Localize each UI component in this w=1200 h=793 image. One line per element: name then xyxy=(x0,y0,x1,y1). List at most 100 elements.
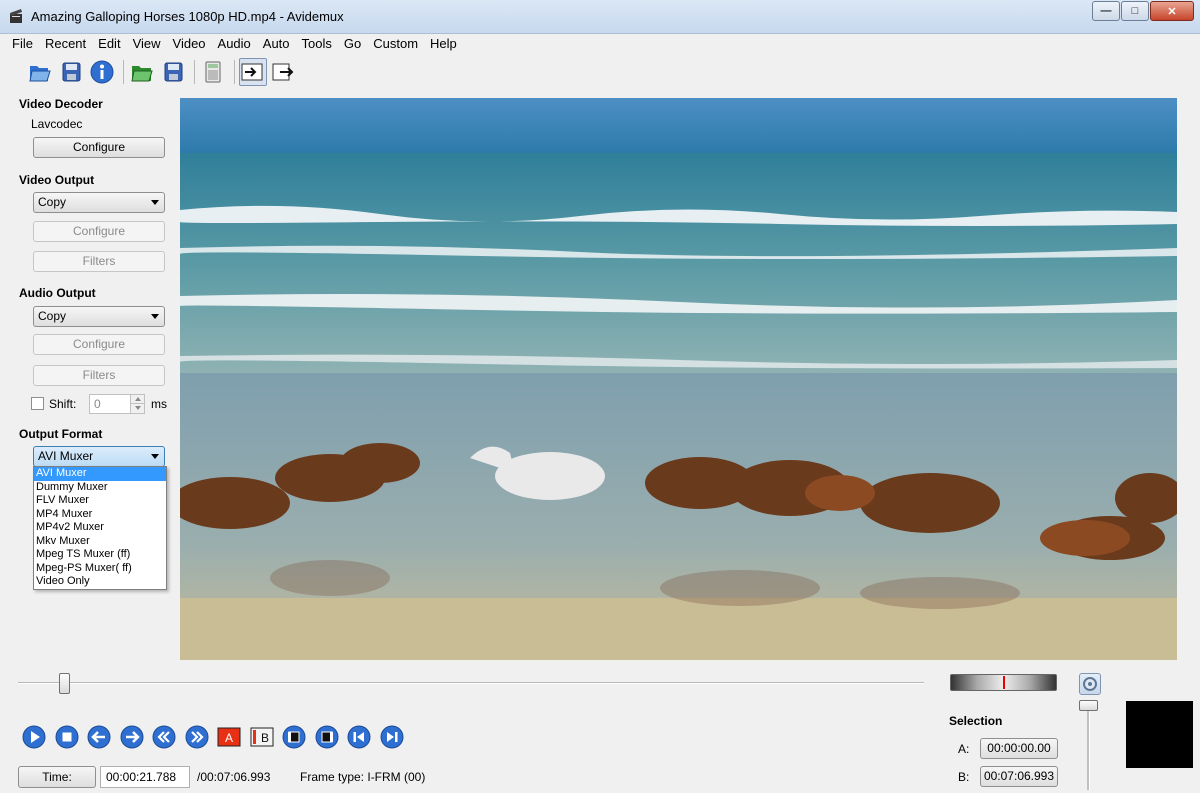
menu-auto[interactable]: Auto xyxy=(257,34,296,54)
stop-button[interactable] xyxy=(55,725,79,749)
audio-meter xyxy=(1126,701,1193,768)
menu-view[interactable]: View xyxy=(127,34,167,54)
spin-up-icon[interactable] xyxy=(130,395,144,404)
set-marker-b-button[interactable]: B xyxy=(250,725,274,749)
close-icon: ✕ xyxy=(1167,5,1177,18)
marker-a-letter: A xyxy=(225,731,233,745)
calculator-button[interactable] xyxy=(199,58,227,86)
clapperboard-icon xyxy=(10,9,22,23)
video-filters-button[interactable]: Filters xyxy=(33,251,165,272)
info-button[interactable] xyxy=(88,58,116,86)
dropdown-option[interactable]: Dummy Muxer xyxy=(34,481,166,495)
volume-slider-track[interactable] xyxy=(1087,700,1090,790)
menu-custom[interactable]: Custom xyxy=(367,34,424,54)
chevron-down-icon xyxy=(151,454,159,459)
volume-button[interactable] xyxy=(1079,673,1101,695)
next-black-frame-button[interactable] xyxy=(315,725,339,749)
open-button[interactable] xyxy=(26,58,54,86)
selection-b-field[interactable]: 00:07:06.993 xyxy=(980,766,1058,787)
menu-audio[interactable]: Audio xyxy=(212,34,257,54)
calculator-icon xyxy=(205,61,221,83)
previous-frame-button[interactable] xyxy=(87,725,111,749)
go-to-first-frame-button[interactable] xyxy=(347,725,371,749)
video-output-value: Copy xyxy=(38,195,67,209)
play-button[interactable] xyxy=(22,725,46,749)
dropdown-option[interactable]: MP4v2 Muxer xyxy=(34,521,166,535)
jog-shuttle[interactable] xyxy=(950,674,1057,691)
selection-a-field[interactable]: 00:00:00.00 xyxy=(980,738,1058,759)
menu-edit[interactable]: Edit xyxy=(92,34,126,54)
title-bar: Amazing Galloping Horses 1080p HD.mp4 - … xyxy=(0,0,1200,34)
maximize-icon: □ xyxy=(1131,5,1139,17)
total-duration: /00:07:06.993 xyxy=(197,770,271,784)
toolbar-separator xyxy=(123,60,124,84)
dropdown-option[interactable]: MP4 Muxer xyxy=(34,508,166,522)
menu-video[interactable]: Video xyxy=(167,34,212,54)
current-time-field[interactable]: 00:00:21.788 xyxy=(100,766,190,788)
preview-output-icon xyxy=(272,63,294,81)
position-slider-handle[interactable] xyxy=(58,673,70,694)
menu-tools[interactable]: Tools xyxy=(296,34,338,54)
dropdown-option[interactable]: Mkv Muxer xyxy=(34,535,166,549)
video-preview xyxy=(180,98,1177,660)
menu-bar: File Recent Edit View Video Audio Auto T… xyxy=(6,34,1194,54)
audio-output-select[interactable]: Copy xyxy=(33,306,165,327)
previous-frame-icon xyxy=(87,725,111,749)
minimize-button[interactable]: — xyxy=(1092,1,1120,21)
close-button[interactable]: ✕ xyxy=(1150,1,1194,21)
dropdown-option[interactable]: AVI Muxer xyxy=(34,467,166,481)
save-icon xyxy=(62,62,81,82)
video-configure-button[interactable]: Configure xyxy=(33,221,165,242)
open-folder-button[interactable] xyxy=(128,58,156,86)
open-icon xyxy=(29,66,51,82)
previous-black-frame-icon xyxy=(282,725,306,749)
maximize-button[interactable]: □ xyxy=(1121,1,1149,21)
video-output-select[interactable]: Copy xyxy=(33,192,165,213)
selection-title: Selection xyxy=(949,714,1003,728)
shift-spinbox[interactable]: 0 xyxy=(89,394,145,414)
go-to-last-frame-button[interactable] xyxy=(380,725,404,749)
output-format-select[interactable]: AVI Muxer xyxy=(33,446,165,467)
jog-marker xyxy=(1003,676,1005,689)
set-marker-a-button[interactable]: A xyxy=(217,725,241,749)
volume-icon xyxy=(1083,677,1097,691)
volume-slider-handle[interactable] xyxy=(1079,700,1098,711)
time-button[interactable]: Time: xyxy=(18,766,96,788)
menu-go[interactable]: Go xyxy=(338,34,367,54)
preview-output-button[interactable] xyxy=(270,58,298,86)
shift-checkbox[interactable] xyxy=(31,397,44,410)
previous-keyframe-icon xyxy=(152,725,176,749)
save-button[interactable] xyxy=(57,58,85,86)
toolbar-separator xyxy=(194,60,195,84)
chevron-down-icon xyxy=(151,200,159,205)
next-keyframe-button[interactable] xyxy=(185,725,209,749)
preview-input-button[interactable] xyxy=(239,58,267,86)
output-format-value: AVI Muxer xyxy=(38,449,94,463)
dropdown-option[interactable]: FLV Muxer xyxy=(34,494,166,508)
video-frame xyxy=(180,98,1177,660)
selection-a-label: A: xyxy=(958,742,970,756)
shift-label: Shift: xyxy=(49,397,77,411)
save-video-button[interactable] xyxy=(159,58,187,86)
spin-down-icon[interactable] xyxy=(130,404,144,413)
dropdown-option[interactable]: Video Only xyxy=(34,575,166,589)
stop-icon xyxy=(55,725,78,749)
dropdown-option[interactable]: Mpeg TS Muxer (ff) xyxy=(34,548,166,562)
set-marker-a-icon: A xyxy=(217,727,241,747)
menu-recent[interactable]: Recent xyxy=(39,34,92,54)
decoder-configure-button[interactable]: Configure xyxy=(33,137,165,158)
menu-help[interactable]: Help xyxy=(424,34,463,54)
playback-controls: A B xyxy=(22,725,412,749)
menu-file[interactable]: File xyxy=(6,34,39,54)
previous-black-frame-button[interactable] xyxy=(282,725,306,749)
dropdown-option[interactable]: Mpeg-PS Muxer( ff) xyxy=(34,562,166,576)
go-to-first-frame-icon xyxy=(347,725,371,749)
previous-keyframe-button[interactable] xyxy=(152,725,176,749)
audio-configure-button[interactable]: Configure xyxy=(33,334,165,355)
next-frame-button[interactable] xyxy=(120,725,144,749)
window-controls: — □ ✕ xyxy=(1091,1,1194,21)
marker-b-letter: B xyxy=(260,731,268,745)
position-slider-track[interactable] xyxy=(18,682,924,684)
audio-filters-button[interactable]: Filters xyxy=(33,365,165,386)
output-format-title: Output Format xyxy=(19,427,103,441)
